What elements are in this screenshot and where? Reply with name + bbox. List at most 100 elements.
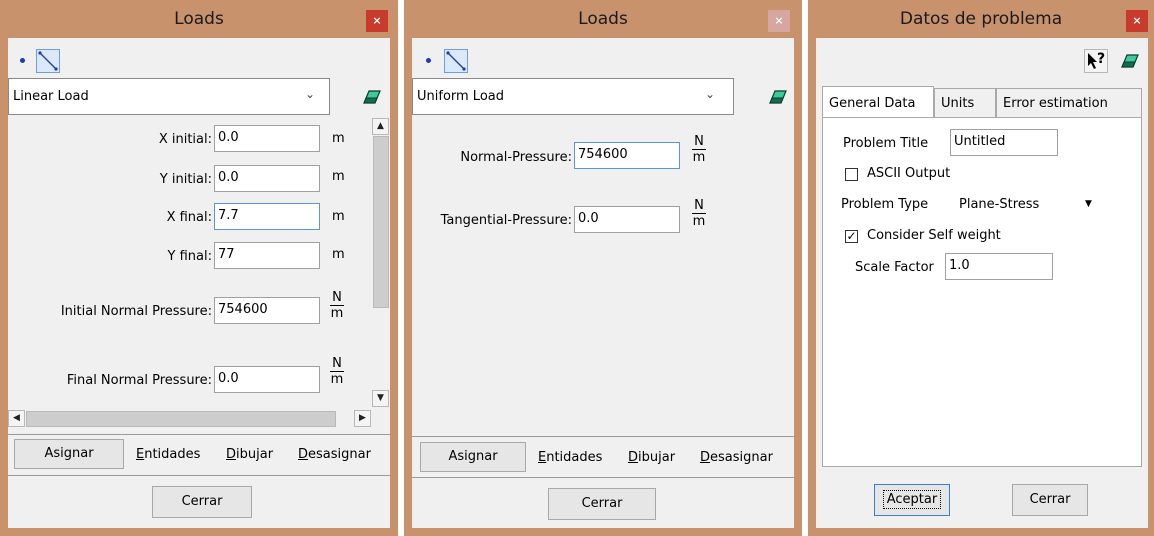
close-label: Cerrar (581, 496, 623, 511)
tangential-pressure-label: Tangential-Pressure: (440, 213, 572, 228)
assign-label: Asignar (448, 449, 498, 464)
problem-title-label: Problem Title (843, 136, 929, 151)
chevron-down-icon: ⌄ (305, 87, 316, 101)
unit-denominator: m (692, 150, 706, 165)
draw-button[interactable]: Dibujar (226, 447, 273, 462)
x-initial-label: X initial: (158, 132, 212, 147)
close-button[interactable]: Cerrar (152, 486, 252, 518)
unassign-button[interactable]: Desasignar (298, 447, 371, 462)
unit-denominator: m (692, 214, 706, 229)
unit-denominator: m (330, 306, 344, 321)
scroll-down-icon[interactable]: ▼ (372, 390, 389, 407)
unit-numerator: N (330, 356, 344, 372)
help-mark: ? (1097, 51, 1106, 67)
normal-pressure-unit: N m (692, 134, 706, 165)
scale-factor-input[interactable]: 1.0 (945, 253, 1053, 280)
close-label: Cerrar (1029, 492, 1071, 507)
problem-data-window: Datos de problema × ? General Data Units… (808, 0, 1154, 536)
load-type-value: Linear Load (13, 89, 89, 104)
eraser-icon[interactable] (766, 88, 788, 106)
tab-error-estimation[interactable]: Error estimation (996, 88, 1142, 117)
client-area: ? General Data Units Error estimation Pr… (816, 38, 1148, 528)
tab-units[interactable]: Units (934, 88, 996, 117)
accept-label: Aceptar (882, 490, 942, 509)
tab-general-data[interactable]: General Data (822, 86, 934, 117)
title-bar[interactable]: Loads × (404, 0, 802, 38)
load-type-select[interactable]: Linear Load ⌄ (8, 78, 330, 115)
eraser-icon[interactable] (360, 88, 382, 106)
y-final-input[interactable]: 77 (214, 242, 320, 269)
unit-denominator: m (330, 372, 344, 387)
title-bar[interactable]: Datos de problema × (808, 0, 1154, 38)
x-final-unit: m (332, 209, 345, 224)
final-normal-pressure-input[interactable]: 0.0 (214, 366, 320, 393)
tab-panel-general: Problem Title Untitled ASCII Output Prob… (822, 117, 1142, 467)
scroll-left-icon[interactable]: ◀ (8, 410, 25, 427)
x-initial-unit: m (332, 131, 345, 146)
y-initial-unit: m (332, 169, 345, 184)
entities-button[interactable]: Entidades (538, 450, 602, 465)
load-type-value: Uniform Load (417, 89, 504, 104)
y-initial-label: Y initial: (159, 172, 212, 187)
close-icon[interactable]: × (366, 10, 388, 32)
x-final-input[interactable]: 7.7 (214, 203, 320, 230)
assign-button[interactable]: Asignar (420, 442, 526, 472)
scroll-right-icon[interactable]: ▶ (354, 410, 371, 427)
assign-button[interactable]: Asignar (14, 439, 124, 469)
client-area: Uniform Load ⌄ Normal-Pressure: 754600 N… (412, 38, 794, 528)
normal-pressure-input[interactable]: 754600 (574, 142, 680, 169)
y-initial-input[interactable]: 0.0 (214, 165, 320, 192)
unit-numerator: N (330, 290, 344, 306)
window-title: Loads (578, 9, 628, 29)
self-weight-label: Consider Self weight (867, 228, 1001, 243)
horizontal-scrollbar[interactable]: ◀ ▶ (8, 410, 372, 428)
unassign-button[interactable]: Desasignar (700, 450, 773, 465)
self-weight-checkbox[interactable]: ✓ (845, 230, 858, 243)
line-entity-icon[interactable] (36, 49, 60, 73)
tab-strip: General Data Units Error estimation (820, 86, 1144, 117)
initial-normal-pressure-unit: N m (330, 290, 344, 321)
close-button[interactable]: Cerrar (548, 488, 656, 520)
tangential-pressure-unit: N m (692, 198, 706, 229)
problem-title-input[interactable]: Untitled (950, 129, 1058, 156)
ascii-output-checkbox[interactable] (845, 168, 858, 181)
load-type-select[interactable]: Uniform Load ⌄ (412, 78, 734, 115)
help-pointer-icon[interactable]: ? (1084, 49, 1108, 73)
horizontal-scroll-thumb[interactable] (26, 411, 336, 427)
initial-normal-pressure-input[interactable]: 754600 (214, 297, 320, 324)
vertical-scroll-thumb[interactable] (373, 136, 389, 308)
problem-type-label: Problem Type (841, 197, 929, 212)
eraser-icon[interactable] (1118, 52, 1140, 70)
close-icon[interactable]: × (768, 10, 790, 32)
draw-button[interactable]: Dibujar (628, 450, 675, 465)
accept-button[interactable]: Aceptar (874, 484, 950, 516)
close-button[interactable]: Cerrar (1012, 484, 1088, 516)
point-entity-icon[interactable] (418, 50, 438, 70)
close-icon[interactable]: × (1126, 10, 1148, 32)
vertical-scrollbar[interactable]: ▲ ▼ (372, 118, 390, 408)
window-title: Loads (174, 9, 224, 29)
unit-numerator: N (692, 134, 706, 150)
y-final-label: Y final: (167, 249, 212, 264)
x-initial-input[interactable]: 0.0 (214, 125, 320, 152)
line-entity-icon[interactable] (444, 49, 468, 73)
loads-linear-window: Loads × Linear Load ⌄ X initial: 0.0 m Y… (0, 0, 398, 536)
close-label: Cerrar (181, 494, 223, 509)
y-final-unit: m (332, 247, 345, 262)
unit-numerator: N (692, 198, 706, 214)
tangential-pressure-input[interactable]: 0.0 (574, 206, 680, 233)
window-title: Datos de problema (899, 9, 1063, 29)
assign-label: Asignar (44, 446, 94, 461)
point-entity-icon[interactable] (12, 50, 32, 70)
scroll-up-icon[interactable]: ▲ (372, 118, 389, 135)
action-bar: Asignar Entidades Dibujar Desasignar (412, 436, 794, 478)
problem-type-select[interactable]: Plane-Stress (959, 197, 1039, 212)
final-normal-pressure-unit: N m (330, 356, 344, 387)
loads-uniform-window: Loads × Uniform Load ⌄ Normal-Pressure: … (404, 0, 802, 536)
title-bar[interactable]: Loads × (0, 0, 398, 38)
initial-normal-pressure-label: Initial Normal Pressure: (60, 304, 212, 319)
entities-button[interactable]: Entidades (136, 447, 200, 462)
normal-pressure-label: Normal-Pressure: (460, 150, 572, 165)
dropdown-arrow-icon[interactable]: ▼ (1085, 199, 1092, 209)
action-bar: Asignar Entidades Dibujar Desasignar (8, 434, 390, 476)
